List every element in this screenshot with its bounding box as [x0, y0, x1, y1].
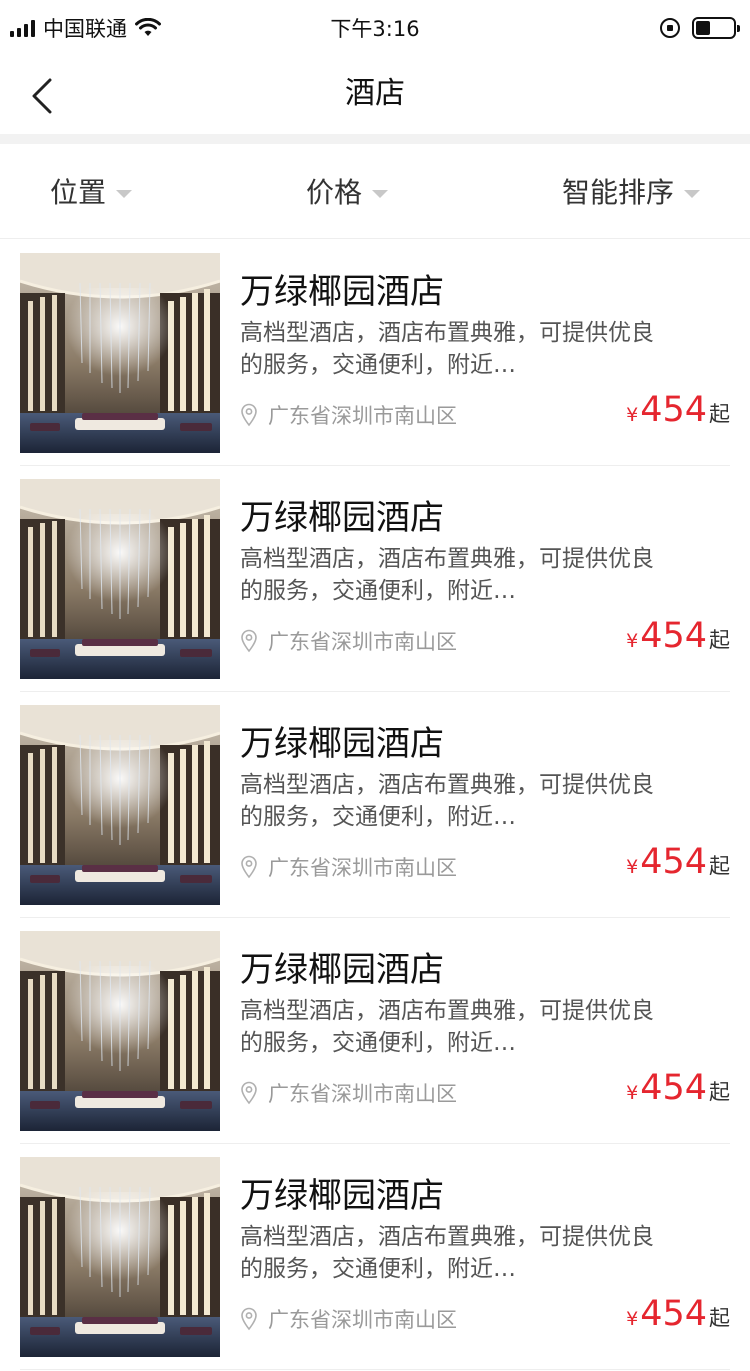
filter-location-label: 位置: [50, 176, 107, 209]
hotel-photo: [20, 479, 220, 679]
price-currency: ¥: [626, 856, 639, 878]
hotel-price: ¥ 454 起: [626, 842, 730, 882]
nav-bar: 酒店: [0, 56, 750, 144]
back-button[interactable]: [22, 74, 62, 118]
hotel-location: 广东省深圳市南山区: [240, 1304, 457, 1334]
hotel-photo: [20, 253, 220, 453]
price-currency: ¥: [626, 630, 639, 652]
hotel-description: 高档型酒店，酒店布置典雅，可提供优良的服务，交通便利，附近…: [240, 1224, 654, 1282]
hotel-description: 高档型酒店，酒店布置典雅，可提供优良的服务，交通便利，附近…: [240, 546, 654, 604]
caret-down-icon: [372, 190, 388, 198]
status-bar: 中国联通 下午3:16: [0, 0, 750, 56]
hotel-location-text: 广东省深圳市南山区: [268, 404, 457, 428]
hotel-location: 广东省深圳市南山区: [240, 1078, 457, 1108]
filter-sort-label: 智能排序: [561, 176, 674, 209]
hotel-price: ¥ 454 起: [626, 1294, 730, 1334]
hotel-list: 万绿椰园酒店 高档型酒店，酒店布置典雅，可提供优良的服务，交通便利，附近… 广东…: [0, 240, 750, 1370]
filter-price[interactable]: 价格: [306, 171, 388, 211]
location-pin-icon: [241, 403, 257, 427]
hotel-location: 广东省深圳市南山区: [240, 626, 457, 656]
hotel-description: 高档型酒店，酒店布置典雅，可提供优良的服务，交通便利，附近…: [240, 320, 654, 378]
hotel-name: 万绿椰园酒店: [240, 272, 444, 312]
price-suffix: 起: [709, 402, 730, 426]
price-value: 454: [640, 1294, 707, 1334]
hotel-photo: [20, 705, 220, 905]
price-value: 454: [640, 390, 707, 430]
status-left: 中国联通: [10, 13, 161, 43]
hotel-description: 高档型酒店，酒店布置典雅，可提供优良的服务，交通便利，附近…: [240, 772, 654, 830]
price-value: 454: [640, 842, 707, 882]
carrier-label: 中国联通: [43, 17, 127, 41]
filter-sort[interactable]: 智能排序: [562, 171, 700, 211]
hotel-price: ¥ 454 起: [626, 1068, 730, 1108]
hotel-photo: [20, 1157, 220, 1357]
battery-fill: [696, 21, 711, 35]
location-pin-icon: [241, 1307, 257, 1331]
price-currency: ¥: [626, 404, 639, 426]
price-suffix: 起: [709, 854, 730, 878]
wifi-icon: [135, 18, 161, 36]
hotel-location-text: 广东省深圳市南山区: [268, 1082, 457, 1106]
battery-icon: [692, 17, 740, 39]
hotel-name: 万绿椰园酒店: [240, 724, 444, 764]
hotel-list-item[interactable]: 万绿椰园酒店 高档型酒店，酒店布置典雅，可提供优良的服务，交通便利，附近… 广东…: [20, 1144, 730, 1370]
hotel-location-text: 广东省深圳市南山区: [268, 1308, 457, 1332]
location-pin-icon: [241, 855, 257, 879]
hotel-name: 万绿椰园酒店: [240, 1176, 444, 1216]
hotel-name: 万绿椰园酒店: [240, 950, 444, 990]
hotel-list-item[interactable]: 万绿椰园酒店 高档型酒店，酒店布置典雅，可提供优良的服务，交通便利，附近… 广东…: [20, 240, 730, 466]
rotation-lock-icon: [660, 18, 680, 38]
location-pin-icon: [241, 1081, 257, 1105]
filter-price-label: 价格: [305, 176, 362, 209]
hotel-list-item[interactable]: 万绿椰园酒店 高档型酒店，酒店布置典雅，可提供优良的服务，交通便利，附近… 广东…: [20, 918, 730, 1144]
price-currency: ¥: [626, 1308, 639, 1330]
location-pin-icon: [241, 629, 257, 653]
status-right: [660, 17, 740, 39]
filter-location[interactable]: 位置: [50, 171, 133, 211]
caret-down-icon: [116, 190, 133, 198]
hotel-photo: [20, 931, 220, 1131]
hotel-location: 广东省深圳市南山区: [240, 852, 457, 882]
hotel-list-item[interactable]: 万绿椰园酒店 高档型酒店，酒店布置典雅，可提供优良的服务，交通便利，附近… 广东…: [20, 466, 730, 692]
hotel-description: 高档型酒店，酒店布置典雅，可提供优良的服务，交通便利，附近…: [240, 998, 654, 1056]
hotel-name: 万绿椰园酒店: [240, 498, 444, 538]
price-suffix: 起: [709, 1306, 730, 1330]
signal-icon: [10, 19, 35, 37]
page-title: 酒店: [345, 76, 405, 111]
hotel-location: 广东省深圳市南山区: [240, 400, 457, 430]
price-currency: ¥: [626, 1082, 639, 1104]
price-suffix: 起: [709, 1080, 730, 1104]
hotel-price: ¥ 454 起: [626, 390, 730, 430]
price-value: 454: [640, 616, 707, 656]
chevron-left-icon: [32, 78, 52, 114]
filter-bar: 位置 价格 智能排序: [0, 144, 750, 239]
hotel-price: ¥ 454 起: [626, 616, 730, 656]
caret-down-icon: [683, 190, 700, 198]
hotel-list-item[interactable]: 万绿椰园酒店 高档型酒店，酒店布置典雅，可提供优良的服务，交通便利，附近… 广东…: [20, 692, 730, 918]
hotel-location-text: 广东省深圳市南山区: [268, 630, 457, 654]
price-suffix: 起: [709, 628, 730, 652]
hotel-location-text: 广东省深圳市南山区: [268, 856, 457, 880]
price-value: 454: [640, 1068, 707, 1108]
